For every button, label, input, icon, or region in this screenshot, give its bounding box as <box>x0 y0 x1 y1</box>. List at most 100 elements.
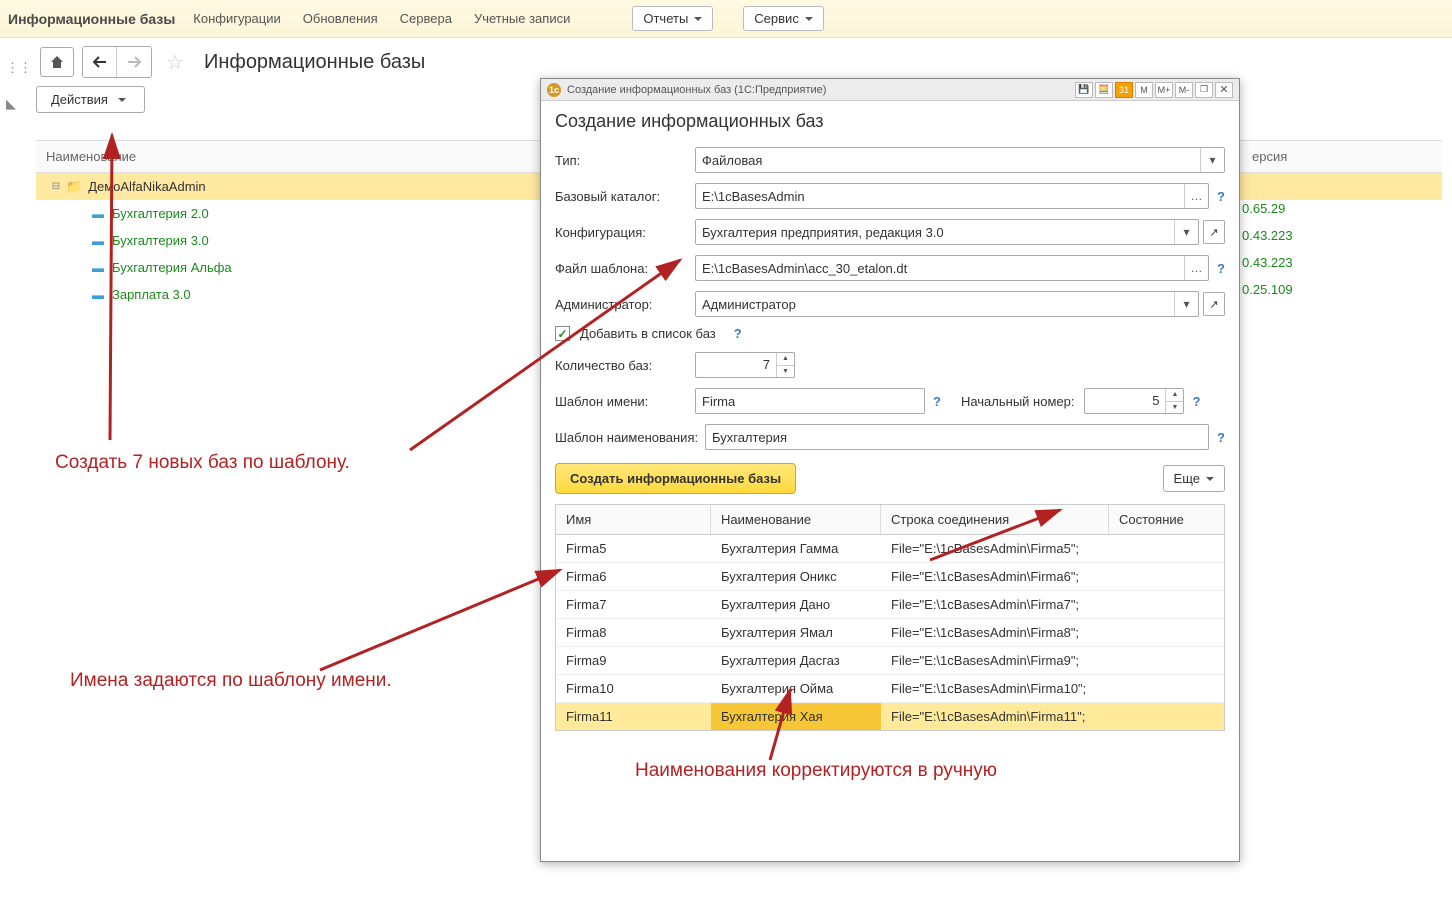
dialog-title: Создание информационных баз (1С:Предприя… <box>567 84 1075 96</box>
tb-calendar-icon[interactable]: 31 <box>1115 82 1133 98</box>
help-icon[interactable]: ? <box>1217 261 1225 276</box>
spinner-up-icon[interactable]: ▲ <box>777 353 794 366</box>
reports-dropdown[interactable]: Отчеты <box>632 6 713 31</box>
menu-config[interactable]: Конфигурации <box>193 11 280 26</box>
more-label: Еще <box>1174 471 1200 486</box>
cell-title[interactable]: Бухгалтерия Ямал <box>711 619 881 646</box>
cell-title[interactable]: Бухгалтерия Хая <box>711 703 881 730</box>
cell-state <box>1109 675 1224 702</box>
tb-restore-button[interactable]: ❐ <box>1195 82 1213 98</box>
menu-updates[interactable]: Обновления <box>303 11 378 26</box>
spinner-down-icon[interactable]: ▼ <box>777 366 794 378</box>
result-table-header: Имя Наименование Строка соединения Состо… <box>556 505 1224 535</box>
pin-icon[interactable]: ◣ <box>6 96 22 112</box>
config-select[interactable]: Бухгалтерия предприятия, редакция 3.0 ▾ <box>695 219 1199 245</box>
tb-save-icon[interactable]: 💾 <box>1075 82 1093 98</box>
tb-close-button[interactable]: ✕ <box>1215 82 1233 98</box>
browse-icon[interactable]: … <box>1184 256 1208 280</box>
table-row[interactable]: Firma8Бухгалтерия ЯмалFile="E:\1cBasesAd… <box>556 619 1224 647</box>
cell-state <box>1109 647 1224 674</box>
dropdown-icon[interactable]: ▾ <box>1200 148 1224 172</box>
back-button[interactable] <box>83 47 117 77</box>
browse-icon[interactable]: … <box>1184 184 1208 208</box>
cell-state <box>1109 535 1224 562</box>
title-template-value: Бухгалтерия <box>712 430 787 445</box>
type-select[interactable]: Файловая ▾ <box>695 147 1225 173</box>
home-button[interactable] <box>40 47 74 77</box>
title-template-input[interactable]: Бухгалтерия <box>705 424 1209 450</box>
table-row[interactable]: Firma5Бухгалтерия ГаммаFile="E:\1cBasesA… <box>556 535 1224 563</box>
cell-title[interactable]: Бухгалтерия Ойма <box>711 675 881 702</box>
add-to-list-label: Добавить в список баз <box>580 326 716 341</box>
cell-title[interactable]: Бухгалтерия Дасгаз <box>711 647 881 674</box>
admin-select[interactable]: Администратор ▾ <box>695 291 1199 317</box>
collapse-icon[interactable]: ⊟ <box>50 181 62 193</box>
cell-title[interactable]: Бухгалтерия Оникс <box>711 563 881 590</box>
dropdown-icon[interactable]: ▾ <box>1174 292 1198 316</box>
table-row[interactable]: Firma9Бухгалтерия ДасгазFile="E:\1cBases… <box>556 647 1224 675</box>
forward-button[interactable] <box>117 47 151 77</box>
tb-mminus-button[interactable]: M- <box>1175 82 1193 98</box>
col-conn-header[interactable]: Строка соединения <box>881 505 1109 534</box>
cell-conn: File="E:\1cBasesAdmin\Firma10"; <box>881 675 1109 702</box>
basedir-input[interactable]: E:\1cBasesAdmin … <box>695 183 1209 209</box>
help-icon[interactable]: ? <box>933 394 941 409</box>
template-file-input[interactable]: E:\1cBasesAdmin\acc_30_etalon.dt … <box>695 255 1209 281</box>
tree-header-version[interactable]: ерсия <box>1242 141 1442 172</box>
cell-title[interactable]: Бухгалтерия Гамма <box>711 535 881 562</box>
tree-item-label: Бухгалтерия 2.0 <box>112 206 209 221</box>
table-row[interactable]: Firma10Бухгалтерия ОймаFile="E:\1cBasesA… <box>556 675 1224 703</box>
caret-down-icon <box>118 98 126 102</box>
menu-servers[interactable]: Сервера <box>400 11 452 26</box>
col-title-header[interactable]: Наименование <box>711 505 881 534</box>
home-icon <box>49 54 65 70</box>
type-label: Тип: <box>555 153 695 168</box>
help-icon[interactable]: ? <box>1217 189 1225 204</box>
dropdown-icon[interactable]: ▾ <box>1174 220 1198 244</box>
star-icon[interactable]: ☆ <box>166 50 184 75</box>
folder-icon: 📁 <box>66 179 82 195</box>
db-icon: ▬ <box>92 288 104 302</box>
spinner-up-icon[interactable]: ▲ <box>1166 389 1183 402</box>
tree-item-label: Зарплата 3.0 <box>112 287 191 302</box>
template-file-label: Файл шаблона: <box>555 261 695 276</box>
add-to-list-checkbox[interactable]: ✓ <box>555 326 570 341</box>
config-label: Конфигурация: <box>555 225 695 240</box>
open-config-button[interactable]: ↗ <box>1203 220 1225 244</box>
start-num-input[interactable]: 5 ▲ ▼ <box>1084 388 1184 414</box>
help-icon[interactable]: ? <box>734 326 742 341</box>
spinner-down-icon[interactable]: ▼ <box>1166 402 1183 414</box>
top-menu-bar: Информационные базы Конфигурации Обновле… <box>0 0 1452 38</box>
col-name-header[interactable]: Имя <box>556 505 711 534</box>
cell-conn: File="E:\1cBasesAdmin\Firma7"; <box>881 591 1109 618</box>
service-dropdown[interactable]: Сервис <box>743 6 824 31</box>
cell-conn: File="E:\1cBasesAdmin\Firma5"; <box>881 535 1109 562</box>
col-state-header[interactable]: Состояние <box>1109 505 1224 534</box>
dialog-titlebar[interactable]: 1c Создание информационных баз (1С:Предп… <box>541 79 1239 101</box>
cell-name: Firma6 <box>556 563 711 590</box>
more-button[interactable]: Еще <box>1163 465 1225 492</box>
cell-name: Firma11 <box>556 703 711 730</box>
tb-calc-icon[interactable]: 🧮 <box>1095 82 1113 98</box>
cell-name: Firma9 <box>556 647 711 674</box>
tb-m-button[interactable]: M <box>1135 82 1153 98</box>
help-icon[interactable]: ? <box>1217 430 1225 445</box>
tb-mplus-button[interactable]: M+ <box>1155 82 1173 98</box>
table-row[interactable]: Firma11Бухгалтерия ХаяFile="E:\1cBasesAd… <box>556 703 1224 730</box>
table-row[interactable]: Firma6Бухгалтерия ОниксFile="E:\1cBasesA… <box>556 563 1224 591</box>
grid-icon[interactable]: ⋮⋮ <box>6 60 22 76</box>
config-value: Бухгалтерия предприятия, редакция 3.0 <box>702 225 1174 240</box>
menu-accounts[interactable]: Учетные записи <box>474 11 570 26</box>
table-row[interactable]: Firma7Бухгалтерия ДаноFile="E:\1cBasesAd… <box>556 591 1224 619</box>
open-admin-button[interactable]: ↗ <box>1203 292 1225 316</box>
actions-button[interactable]: Действия <box>36 86 145 113</box>
create-db-dialog: 1c Создание информационных баз (1С:Предп… <box>540 78 1240 862</box>
cell-title[interactable]: Бухгалтерия Дано <box>711 591 881 618</box>
name-template-input[interactable]: Firma <box>695 388 925 414</box>
help-icon[interactable]: ? <box>1192 394 1200 409</box>
cell-state <box>1109 563 1224 590</box>
dialog-heading: Создание информационных баз <box>555 111 1225 132</box>
count-input[interactable]: 7 ▲ ▼ <box>695 352 795 378</box>
annotation-2: Имена задаются по шаблону имени. <box>70 670 392 692</box>
create-databases-button[interactable]: Создать информационные базы <box>555 463 796 494</box>
